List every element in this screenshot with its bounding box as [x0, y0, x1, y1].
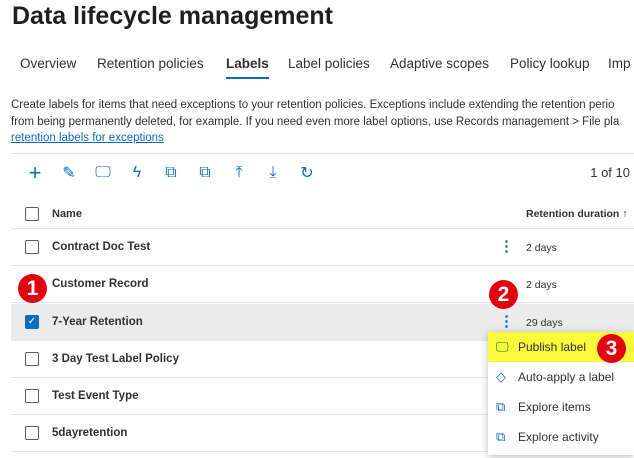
row-checkbox[interactable] — [25, 426, 39, 440]
learn-more-link[interactable]: retention labels for exceptions — [11, 132, 164, 144]
row-checkbox[interactable] — [25, 389, 39, 403]
publish-icon[interactable]: 🖵 — [86, 162, 120, 184]
row-name: 7-Year Retention — [52, 316, 143, 328]
tab-adaptive-scopes[interactable]: Adaptive scopes — [390, 56, 489, 79]
toolbar: + ✎ 🖵 ϟ ⧉ ⧉ ⤒ ⤓ ↻ — [18, 160, 324, 185]
menu-label: Auto-apply a label — [518, 370, 615, 384]
table-row[interactable]: Contract Doc Test ⋮ 2 days — [11, 229, 634, 266]
menu-label: Publish label — [518, 340, 587, 354]
step-badge-3: 3 — [597, 334, 626, 363]
description-line: Create labels for items that need except… — [11, 99, 615, 111]
row-name: 5dayretention — [52, 427, 128, 439]
description: Create labels for items that need except… — [11, 97, 619, 147]
more-icon[interactable]: ⋮ — [499, 312, 514, 330]
add-icon[interactable]: + — [18, 160, 52, 185]
auto-apply-icon[interactable]: ϟ — [120, 162, 154, 184]
table-row[interactable]: Customer Record 2 days — [11, 266, 634, 303]
step-badge-1: 1 — [18, 274, 47, 303]
menu-explore-items[interactable]: ⧉ Explore items — [488, 392, 634, 422]
divider — [11, 153, 634, 154]
explore-items-icon: ⧉ — [496, 399, 506, 414]
refresh-icon[interactable]: ↻ — [290, 162, 324, 184]
select-all-checkbox[interactable] — [25, 207, 39, 221]
step-badge-2: 2 — [489, 280, 518, 309]
table-header: Name Retention duration ↑ — [11, 196, 634, 229]
row-name: Customer Record — [52, 278, 149, 290]
col-name[interactable]: Name — [52, 208, 82, 220]
row-duration: 29 days — [526, 317, 563, 329]
tab-labels[interactable]: Labels — [226, 56, 269, 79]
export-icon[interactable]: ⤓ — [256, 162, 290, 184]
row-checkbox[interactable] — [25, 240, 39, 254]
description-line: from being permanently deleted, for exam… — [11, 115, 620, 128]
row-name: Test Event Type — [52, 390, 139, 402]
tab-retention-policies[interactable]: Retention policies — [97, 56, 204, 79]
menu-explore-activity[interactable]: ⧉ Explore activity — [488, 422, 634, 452]
tab-overview[interactable]: Overview — [20, 56, 76, 79]
page-title: Data lifecycle management — [12, 2, 333, 30]
explore-activity-icon[interactable]: ⧉ — [188, 162, 222, 184]
col-duration[interactable]: Retention duration ↑ — [526, 208, 628, 220]
menu-auto-apply[interactable]: ◇ Auto-apply a label — [488, 362, 634, 392]
row-checkbox[interactable] — [25, 352, 39, 366]
edit-icon[interactable]: ✎ — [52, 162, 86, 184]
row-checkbox[interactable]: ✓ — [25, 315, 39, 329]
import-icon[interactable]: ⤒ — [222, 162, 256, 184]
tab-policy-lookup[interactable]: Policy lookup — [510, 56, 590, 79]
tab-import[interactable]: Imp — [608, 56, 631, 79]
explore-items-icon[interactable]: ⧉ — [154, 162, 188, 184]
row-duration: 2 days — [526, 242, 557, 254]
row-duration: 2 days — [526, 279, 557, 291]
row-name: Contract Doc Test — [52, 241, 151, 253]
tab-label-policies[interactable]: Label policies — [288, 56, 370, 79]
pager: 1 of 10 — [590, 165, 630, 180]
auto-apply-icon: ◇ — [496, 369, 506, 384]
menu-label: Explore items — [518, 400, 591, 414]
row-name: 3 Day Test Label Policy — [52, 353, 179, 365]
tab-bar: Overview Retention policies Labels Label… — [0, 56, 634, 82]
more-icon[interactable]: ⋮ — [499, 237, 514, 255]
publish-icon: 🖵 — [496, 339, 509, 354]
menu-label: Explore activity — [518, 430, 599, 444]
explore-activity-icon: ⧉ — [496, 429, 506, 444]
